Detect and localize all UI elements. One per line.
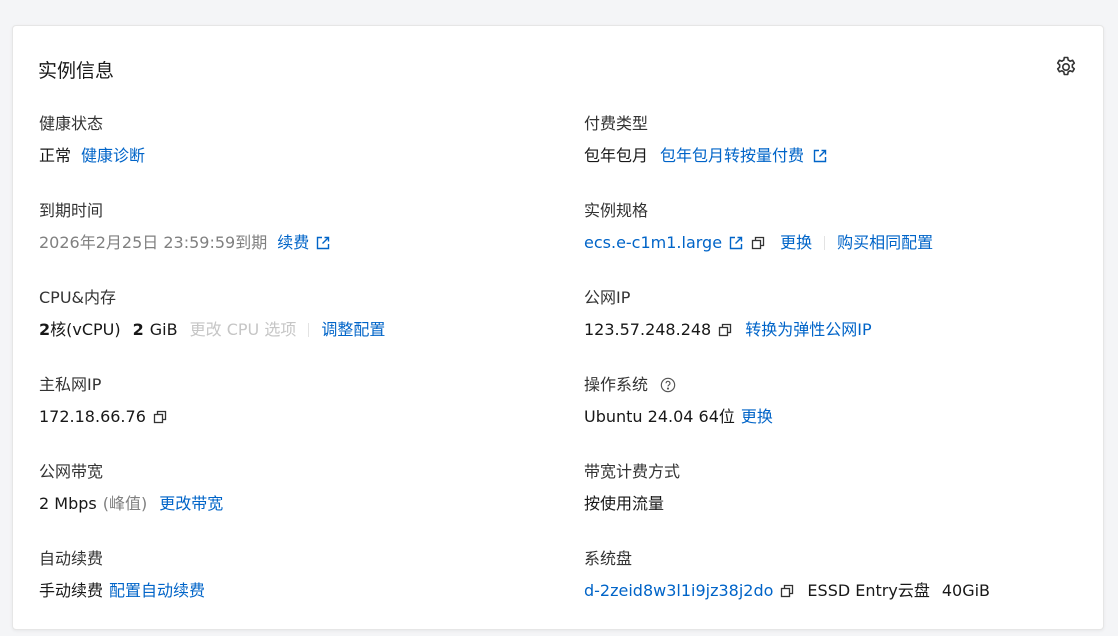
change-spec-link[interactable]: 更换 [780,232,812,254]
expiry-value: 2026年2月25日 23:59:59到期 [39,233,268,252]
copy-icon[interactable] [750,235,766,251]
instance-spec-field: 实例规格 ecs.e-c1m1.large 更换 购买相同配置 [584,200,1084,254]
public-ip-field: 公网IP 123.57.248.248 转换为弹性公网IP [584,287,1084,341]
convert-to-pay-as-you-go-link[interactable]: 包年包月转按量付费 [660,145,804,167]
renew-link[interactable]: 续费 [277,232,309,254]
adjust-config-link[interactable]: 调整配置 [321,319,385,341]
external-link-icon[interactable] [315,235,331,251]
billing-type-label: 付费类型 [584,114,649,133]
change-cpu-option-link[interactable]: 更改 CPU 选项 [190,319,297,341]
system-disk-label: 系统盘 [584,549,633,568]
copy-icon[interactable] [779,583,795,599]
billing-type-value: 包年包月 [584,146,649,165]
public-ip-value: 123.57.248.248 [584,320,712,339]
convert-to-eip-link[interactable]: 转换为弹性公网IP [745,319,871,341]
memory-unit: GiB [149,320,178,339]
system-disk-id-link[interactable]: d-2zeid8w3l1i9jz38j2do [584,580,773,602]
copy-icon[interactable] [717,322,733,338]
expiry-field: 到期时间 2026年2月25日 23:59:59到期 续费 [39,200,539,254]
system-disk-field: 系统盘 d-2zeid8w3l1i9jz38j2do ESSD Entry云盘 … [584,548,1084,602]
health-status-field: 健康状态 正常 健康诊断 [39,113,539,167]
configure-auto-renew-link[interactable]: 配置自动续费 [109,580,205,602]
system-disk-size: 40GiB [941,581,991,600]
public-ip-label: 公网IP [584,288,631,307]
auto-renew-label: 自动续费 [39,549,104,568]
bandwidth-billing-field: 带宽计费方式 按使用流量 [584,461,1084,515]
bandwidth-label: 公网带宽 [39,462,104,481]
os-label: 操作系统 [584,375,649,394]
auto-renew-value: 手动续费 [39,581,104,600]
billing-type-field: 付费类型 包年包月 包年包月转按量付费 [584,113,1084,167]
private-ip-value: 172.18.66.76 [39,407,146,426]
bandwidth-billing-value: 按使用流量 [584,494,665,513]
private-ip-field: 主私网IP 172.18.66.76 [39,374,539,428]
memory-size: 2 [132,320,144,339]
question-circle-icon[interactable] [660,377,676,393]
bandwidth-value: 2 Mbps [39,494,97,513]
cpu-memory-label: CPU&内存 [39,288,117,307]
expiry-label: 到期时间 [39,201,104,220]
buy-same-config-link[interactable]: 购买相同配置 [837,232,933,254]
cpu-unit: 核(vCPU) [50,320,121,339]
instance-spec-link[interactable]: ecs.e-c1m1.large [584,232,722,254]
divider [308,323,310,337]
copy-icon[interactable] [152,409,168,425]
bandwidth-field: 公网带宽 2 Mbps (峰值) 更改带宽 [39,461,539,515]
health-status-value: 正常 [39,146,72,165]
cpu-count: 2 [39,320,51,339]
private-ip-label: 主私网IP [39,375,102,394]
health-status-label: 健康状态 [39,114,104,133]
external-link-icon[interactable] [812,148,828,164]
bandwidth-peak-note: (峰值) [102,494,148,513]
divider [824,236,826,250]
external-link-icon[interactable] [728,235,744,251]
instance-spec-label: 实例规格 [584,201,649,220]
change-bandwidth-link[interactable]: 更改带宽 [159,493,223,515]
cpu-memory-field: CPU&内存 2 核(vCPU) 2 GiB 更改 CPU 选项 调整配置 [39,287,539,341]
card-title: 实例信息 [38,60,115,82]
system-disk-type: ESSD Entry云盘 [807,581,930,600]
bandwidth-billing-label: 带宽计费方式 [584,462,681,481]
gear-icon[interactable] [1054,55,1078,79]
auto-renew-field: 自动续费 手动续费 配置自动续费 [39,548,539,602]
health-diagnosis-link[interactable]: 健康诊断 [81,145,145,167]
os-value: Ubuntu 24.04 64位 [584,407,735,426]
os-field: 操作系统 Ubuntu 24.04 64位 更换 [584,374,1084,428]
change-os-link[interactable]: 更换 [741,406,773,428]
instance-info-card: 实例信息 健康状态 正常 健康诊断 付费类型 包年包月 包年包月转按量付费 到期… [12,25,1104,630]
